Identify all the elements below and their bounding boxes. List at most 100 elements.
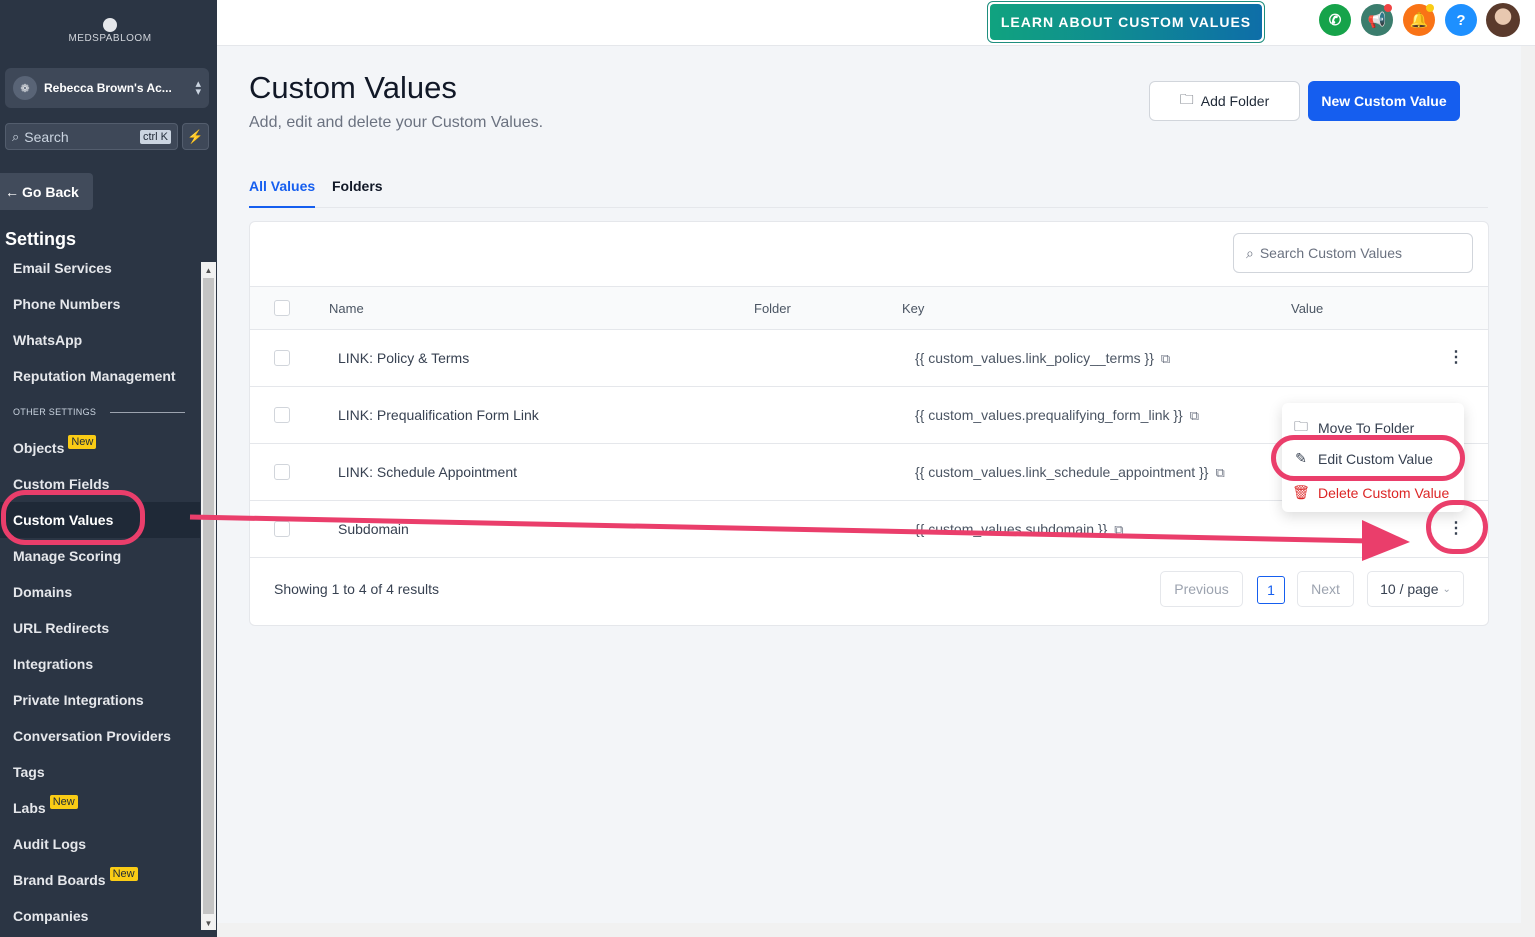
- brand-logo[interactable]: MEDSPABLOOM: [60, 18, 160, 44]
- column-header-value[interactable]: Value: [1291, 301, 1323, 316]
- user-avatar[interactable]: [1486, 3, 1520, 37]
- account-avatar-icon: ❁: [13, 76, 37, 100]
- folder-plus-icon: 🗀: [1179, 91, 1194, 107]
- sidebar-item-label: Manage Scoring: [13, 548, 122, 564]
- sidebar-item-whatsapp[interactable]: WhatsApp: [0, 322, 200, 358]
- go-back-label: Go Back: [22, 183, 79, 200]
- shortcut-hint: ctrl K: [139, 129, 171, 144]
- learn-about-custom-values-button[interactable]: LEARN ABOUT CUSTOM VALUES: [987, 1, 1265, 43]
- row-key: {{ custom_values.link_schedule_appointme…: [915, 464, 1225, 481]
- chevron-down-icon: ⌄: [1442, 583, 1451, 595]
- quick-action-bolt-icon[interactable]: ⚡: [182, 123, 209, 150]
- sidebar-item-private-integrations[interactable]: Private Integrations: [0, 682, 200, 718]
- sidebar-item-phone-numbers[interactable]: Phone Numbers: [0, 286, 200, 322]
- page-size-value: 10 / page: [1380, 581, 1439, 597]
- bell-icon[interactable]: 🔔: [1403, 4, 1435, 36]
- row-name: LINK: Schedule Appointment: [338, 464, 518, 480]
- page-size-select[interactable]: 10 / page ⌄: [1367, 571, 1464, 607]
- sidebar-search-input[interactable]: ⌕ Search ctrl K: [5, 123, 178, 150]
- row-key: {{ custom_values.prequalifying_form_link…: [915, 407, 1199, 424]
- tab-folders[interactable]: Folders: [332, 178, 383, 208]
- phone-icon[interactable]: ✆: [1319, 4, 1351, 36]
- annotation-highlight-custom-values: [1, 490, 145, 545]
- search-placeholder: Search Custom Values: [1259, 245, 1402, 261]
- annotation-highlight-edit-menu-item: [1271, 435, 1465, 481]
- sidebar-item-label: Conversation Providers: [13, 728, 171, 744]
- sidebar-item-audit-logs[interactable]: Audit Logs: [0, 826, 200, 862]
- key-text: {{ custom_values.prequalifying_form_link…: [915, 407, 1183, 423]
- brand-logo-text: MEDSPABLOOM: [68, 33, 152, 44]
- key-text: {{ custom_values.link_policy__terms }}: [915, 350, 1154, 366]
- scroll-down-icon[interactable]: ▼: [201, 916, 216, 930]
- search-custom-values-input[interactable]: ⌕ Search Custom Values: [1233, 233, 1473, 273]
- sidebar-item-label: Brand Boards: [13, 872, 106, 888]
- copy-icon[interactable]: ⧉: [1114, 522, 1123, 537]
- row-key: {{ custom_values.subdomain }} ⧉: [915, 521, 1124, 538]
- row-checkbox[interactable]: [274, 464, 290, 480]
- copy-icon[interactable]: ⧉: [1190, 408, 1199, 423]
- sidebar-item-brand-boards[interactable]: Brand Boards New: [0, 862, 200, 898]
- sidebar-item-label: Domains: [13, 584, 73, 600]
- main-horizontal-scrollbar[interactable]: [217, 923, 1535, 937]
- results-summary: Showing 1 to 4 of 4 results: [274, 581, 439, 597]
- page-number-button[interactable]: 1: [1257, 576, 1285, 604]
- previous-page-button[interactable]: Previous: [1160, 571, 1243, 607]
- settings-heading: Settings: [5, 229, 77, 249]
- sidebar-item-label: Audit Logs: [13, 836, 87, 852]
- sidebar-item-label: Labs: [13, 800, 46, 816]
- sidebar-scrollbar-thumb[interactable]: [203, 278, 214, 914]
- row-name: LINK: Policy & Terms: [338, 350, 470, 366]
- column-header-name[interactable]: Name: [329, 301, 364, 316]
- sidebar-item-label: Private Integrations: [13, 692, 144, 708]
- row-actions-kebab-icon[interactable]: ⋮: [1446, 346, 1466, 370]
- sidebar-item-label: Tags: [13, 764, 45, 780]
- new-custom-value-button[interactable]: New Custom Value: [1308, 81, 1460, 121]
- row-checkbox[interactable]: [274, 350, 290, 366]
- copy-icon[interactable]: ⧉: [1215, 465, 1224, 480]
- tabs: All Values Folders: [249, 170, 1488, 208]
- moon-icon: [103, 18, 117, 32]
- sidebar-item-domains[interactable]: Domains: [0, 574, 200, 610]
- sidebar-item-labs[interactable]: Labs New: [0, 790, 200, 826]
- sidebar-item-label: Phone Numbers: [13, 296, 121, 312]
- trash-icon: 🗑: [1292, 484, 1310, 500]
- menu-item-delete-custom-value[interactable]: 🗑 Delete Custom Value: [1292, 484, 1449, 501]
- table-header: Name Folder Key Value: [250, 286, 1488, 330]
- sidebar-item-conversation-providers[interactable]: Conversation Providers: [0, 718, 200, 754]
- add-folder-button[interactable]: 🗀 Add Folder: [1149, 81, 1300, 121]
- tab-all-values[interactable]: All Values: [249, 178, 316, 208]
- new-badge: New: [68, 435, 97, 449]
- copy-icon[interactable]: ⧉: [1161, 351, 1170, 366]
- key-text: {{ custom_values.subdomain }}: [915, 521, 1108, 537]
- megaphone-icon[interactable]: 📢: [1361, 4, 1393, 36]
- sidebar-item-url-redirects[interactable]: URL Redirects: [0, 610, 200, 646]
- go-back-button[interactable]: ← Go Back: [0, 173, 93, 210]
- next-page-button[interactable]: Next: [1297, 571, 1354, 607]
- account-switcher[interactable]: ❁ Rebecca Brown's Ac... ▴ ▾: [5, 68, 209, 108]
- add-folder-label: Add Folder: [1200, 93, 1270, 109]
- row-checkbox[interactable]: [274, 407, 290, 423]
- search-icon: ⌕: [1246, 244, 1254, 261]
- new-badge: New: [49, 795, 78, 809]
- sidebar: MEDSPABLOOM ❁ Rebecca Brown's Ac... ▴ ▾ ⌕…: [0, 0, 217, 937]
- menu-item-label: Delete Custom Value: [1318, 484, 1450, 501]
- table-row[interactable]: LINK: Policy & Terms {{ custom_values.li…: [250, 330, 1488, 387]
- page-subtitle: Add, edit and delete your Custom Values.: [249, 114, 544, 131]
- annotation-highlight-kebab: [1426, 500, 1488, 554]
- sidebar-item-objects[interactable]: Objects New: [0, 430, 200, 466]
- sidebar-item-tags[interactable]: Tags: [0, 754, 200, 790]
- help-icon[interactable]: ?: [1445, 4, 1477, 36]
- main-vertical-scrollbar[interactable]: [1521, 46, 1535, 923]
- column-header-key[interactable]: Key: [902, 301, 924, 316]
- menu-item-label: Move To Folder: [1318, 420, 1415, 436]
- sidebar-item-companies[interactable]: Companies: [0, 898, 200, 934]
- sidebar-item-reputation-management[interactable]: Reputation Management: [0, 358, 200, 394]
- sidebar-item-integrations[interactable]: Integrations: [0, 646, 200, 682]
- row-checkbox[interactable]: [274, 521, 290, 537]
- sidebar-item-email-services[interactable]: Email Services: [0, 250, 200, 286]
- scroll-up-icon[interactable]: ▲: [201, 263, 216, 277]
- column-header-folder[interactable]: Folder: [754, 301, 791, 316]
- account-name: Rebecca Brown's Ac...: [44, 81, 172, 95]
- search-icon: ⌕: [12, 128, 20, 144]
- select-all-checkbox[interactable]: [274, 300, 290, 316]
